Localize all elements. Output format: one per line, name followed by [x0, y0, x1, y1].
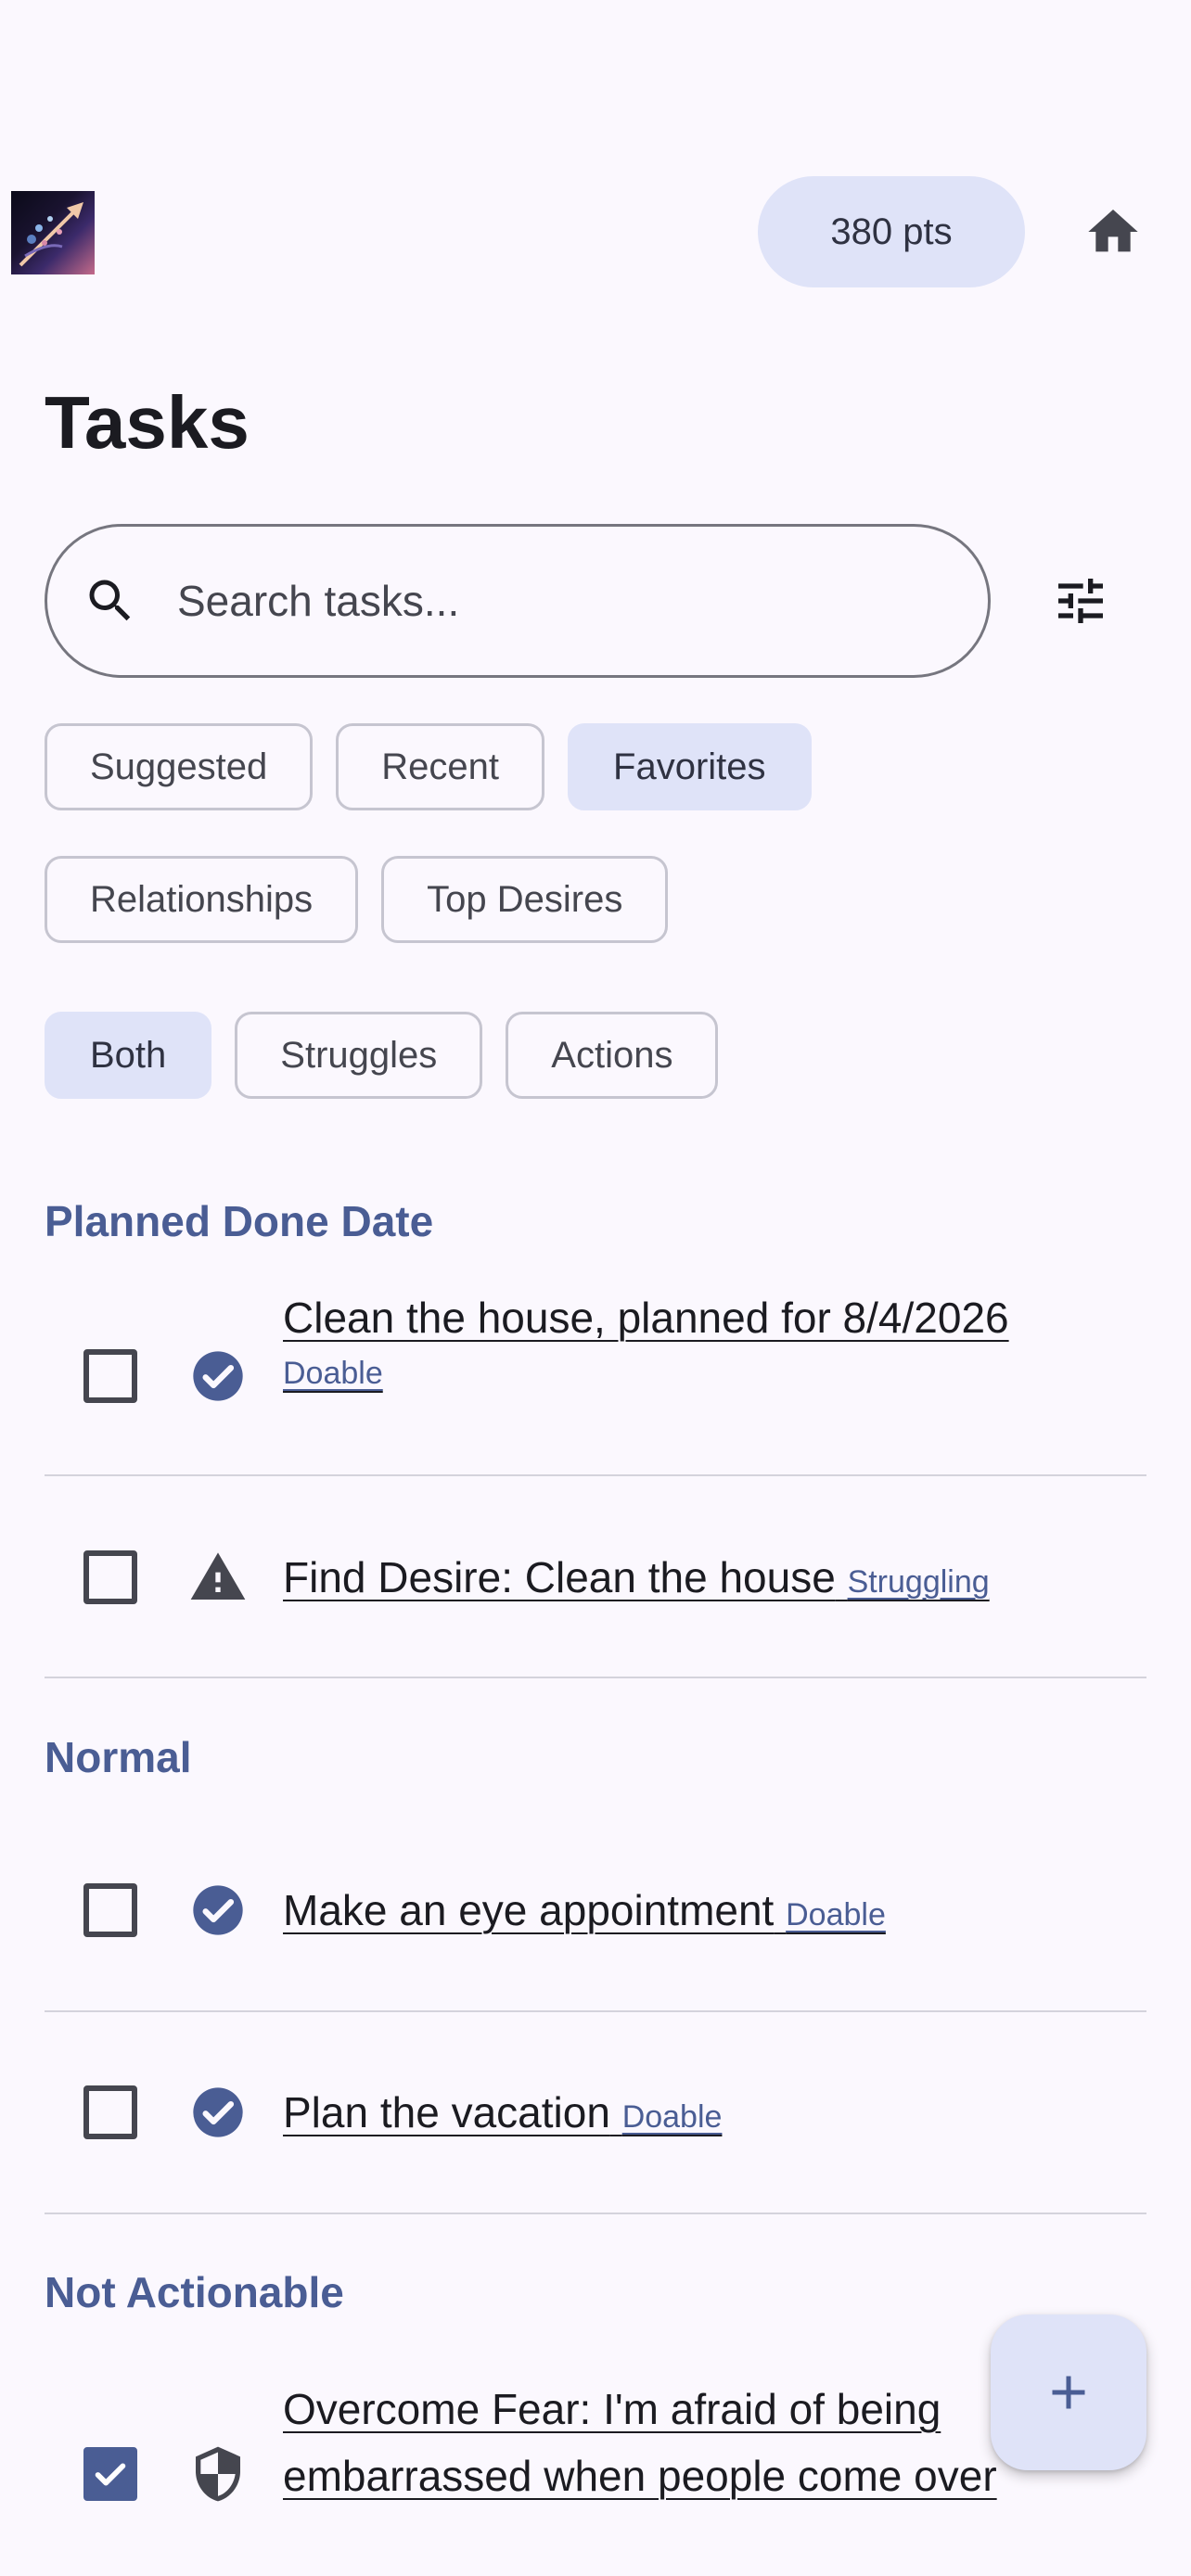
list-item[interactable]: Clean the house, planned for 8/4/2026 Do…: [45, 1280, 1146, 1476]
chip-recent[interactable]: Recent: [336, 723, 545, 810]
category-filter-chips: Relationships Top Desires: [45, 856, 669, 943]
task-checkbox[interactable]: [83, 1883, 137, 1937]
task-tag[interactable]: Doable: [283, 1351, 1146, 1396]
home-button[interactable]: [1076, 195, 1150, 269]
task-title[interactable]: Plan the vacation: [283, 2088, 610, 2136]
section-header: Normal: [45, 1733, 192, 1781]
page-title: Tasks: [45, 381, 250, 464]
check-circle-icon: [193, 1885, 243, 1935]
task-checkbox[interactable]: [83, 2085, 137, 2139]
check-circle-icon: [193, 1351, 243, 1401]
task-title[interactable]: Find Desire: Clean the house: [283, 1553, 836, 1601]
list-filter-chips: Suggested Recent Favorites: [45, 723, 812, 810]
task-checkbox-checked[interactable]: [83, 2447, 137, 2501]
chip-relationships[interactable]: Relationships: [45, 856, 359, 943]
task-title[interactable]: Clean the house, planned for 8/4/2026: [283, 1284, 1146, 1351]
task-checkbox[interactable]: [83, 1349, 137, 1403]
chip-suggested[interactable]: Suggested: [45, 723, 314, 810]
points-badge[interactable]: 380 pts: [758, 176, 1025, 287]
type-filter-chips: Both Struggles Actions: [45, 1012, 719, 1099]
chip-actions[interactable]: Actions: [506, 1012, 719, 1099]
task-text-block[interactable]: Make an eye appointment Doable: [283, 1877, 1146, 1948]
divider: [45, 1677, 1146, 1678]
search-input[interactable]: [177, 576, 938, 626]
tasks-screen: 380 pts Tasks Suggested Recent Favorites…: [0, 0, 1191, 2576]
add-task-button[interactable]: [991, 2315, 1146, 2470]
list-item[interactable]: Plan the vacation Doable: [45, 2012, 1146, 2214]
list-item[interactable]: Overcome Fear: I'm afraid of being embar…: [45, 2374, 1146, 2576]
task-text-block[interactable]: Plan the vacation Doable: [283, 2079, 1146, 2150]
warning-icon: [190, 1552, 246, 1600]
task-text-block[interactable]: Find Desire: Clean the house Struggling: [283, 1544, 1146, 1615]
section-header: Planned Done Date: [45, 1197, 434, 1245]
section-header: Not Actionable: [45, 2268, 344, 2316]
divider: [45, 2213, 1146, 2214]
task-tag[interactable]: Doable: [622, 2099, 723, 2135]
app-logo-icon: [19, 202, 83, 267]
task-tag[interactable]: Struggling: [848, 1564, 990, 1600]
task-checkbox[interactable]: [83, 1550, 137, 1604]
top-app-bar: 380 pts: [0, 176, 1191, 287]
add-icon: [1052, 2376, 1085, 2409]
task-text-block[interactable]: Clean the house, planned for 8/4/2026 Do…: [283, 1284, 1146, 1396]
list-item[interactable]: Make an eye appointment Doable: [45, 1810, 1146, 2012]
home-icon: [1088, 210, 1138, 252]
shield-icon: [196, 2446, 240, 2502]
chip-struggles[interactable]: Struggles: [235, 1012, 483, 1099]
list-item[interactable]: Find Desire: Clean the house Struggling: [45, 1476, 1146, 1678]
check-icon: [95, 2463, 126, 2486]
tune-icon: [1058, 579, 1103, 623]
check-circle-icon: [193, 2087, 243, 2137]
task-tag[interactable]: Doable: [786, 1897, 886, 1932]
search-icon: [89, 580, 131, 621]
chip-top-desires[interactable]: Top Desires: [381, 856, 669, 943]
chip-both[interactable]: Both: [45, 1012, 212, 1099]
task-title[interactable]: Make an eye appointment: [283, 1886, 774, 1934]
chip-favorites[interactable]: Favorites: [568, 723, 812, 810]
filter-settings-button[interactable]: [1044, 564, 1118, 638]
app-logo[interactable]: [11, 191, 95, 274]
search-bar[interactable]: [45, 524, 991, 678]
